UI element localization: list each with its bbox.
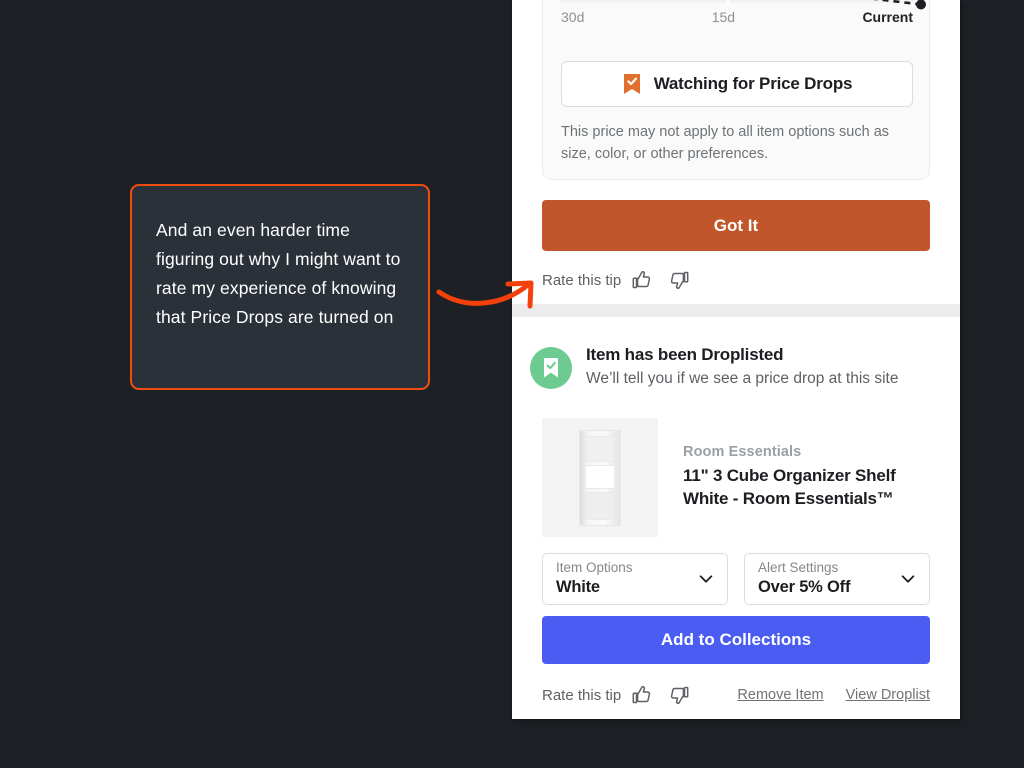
- chart-bar-30d: [561, 0, 725, 3]
- rate-tip-row-bottom: Rate this tip Remove Item View Droplist: [542, 683, 930, 707]
- item-options-label: Item Options: [556, 560, 633, 575]
- droplist-title: Item has been Droplisted: [586, 345, 784, 364]
- price-disclaimer: This price may not apply to all item opt…: [561, 124, 890, 163]
- thumbs-up-icon[interactable]: [630, 683, 654, 707]
- axis-label-15d: 15d: [711, 9, 736, 25]
- got-it-button[interactable]: Got It: [542, 200, 930, 251]
- product-brand: Room Essentials: [683, 444, 802, 460]
- screenshot-root: 30d 15d Current Watching for Price Drops…: [0, 0, 1024, 768]
- view-droplist-link[interactable]: View Droplist: [846, 687, 930, 703]
- axis-label-30d: 30d: [561, 9, 585, 25]
- add-to-collections-button[interactable]: Add to Collections: [542, 616, 930, 664]
- extension-panel: 30d 15d Current Watching for Price Drops…: [512, 0, 960, 719]
- droplisted-header: Item has been Droplisted We’ll tell you …: [530, 344, 898, 390]
- item-action-links: Remove Item View Droplist: [737, 687, 930, 703]
- annotation-text: And an even harder time figuring out why…: [156, 220, 401, 328]
- alert-settings-label: Alert Settings: [758, 560, 839, 575]
- thumbs-down-icon[interactable]: [667, 683, 691, 707]
- shelf-cube-middle: [585, 465, 615, 489]
- product-title: 11" 3 Cube Organizer Shelf White - Room …: [683, 466, 896, 509]
- price-history-chart: [561, 0, 926, 10]
- droplist-status-badge: [530, 347, 572, 389]
- axis-label-current: Current: [862, 9, 913, 25]
- chevron-down-icon: [699, 575, 713, 583]
- watching-label: Watching for Price Drops: [653, 74, 853, 93]
- chevron-down-icon: [901, 575, 915, 583]
- thumbs-up-icon[interactable]: [630, 268, 654, 292]
- section-divider-band: [512, 304, 960, 317]
- product-image: [542, 418, 658, 537]
- item-options-select[interactable]: Item Options White: [542, 553, 728, 605]
- shelf-illustration: [579, 430, 621, 526]
- product-info: Room Essentials 11" 3 Cube Organizer She…: [683, 418, 945, 537]
- shelf-cube-top: [585, 436, 615, 462]
- annotation-arrow: [436, 280, 534, 309]
- rate-tip-label: Rate this tip: [542, 686, 622, 704]
- alert-settings-select[interactable]: Alert Settings Over 5% Off: [744, 553, 930, 605]
- thumbs-down-icon[interactable]: [667, 268, 691, 292]
- product-row: Room Essentials 11" 3 Cube Organizer She…: [542, 418, 945, 537]
- annotation-callout: And an even harder time figuring out why…: [130, 184, 430, 390]
- watching-for-price-drops-button[interactable]: Watching for Price Drops: [561, 61, 913, 107]
- options-row: Item Options White Alert Settings Over 5…: [542, 553, 930, 605]
- chart-trend-line: [872, 0, 926, 10]
- bookmark-check-icon: [544, 358, 558, 378]
- shelf-cube-bottom: [585, 492, 615, 520]
- droplist-subtitle: We’ll tell you if we see a price drop at…: [586, 369, 899, 387]
- item-options-value: White: [556, 577, 600, 596]
- rate-tip-row-top: Rate this tip: [542, 268, 691, 292]
- alert-settings-value: Over 5% Off: [758, 577, 851, 596]
- remove-item-link[interactable]: Remove Item: [737, 687, 823, 703]
- bookmark-check-icon: [623, 74, 640, 94]
- chart-axis-labels: 30d 15d Current: [561, 9, 913, 25]
- price-tip-card: 30d 15d Current Watching for Price Drops…: [542, 0, 930, 180]
